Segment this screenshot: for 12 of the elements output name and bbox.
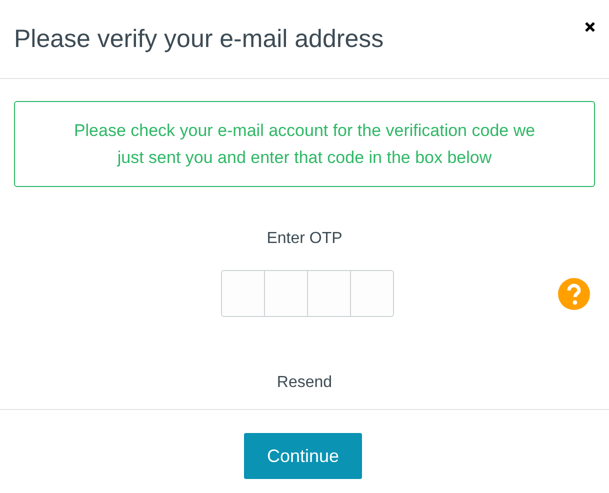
otp-digit-field[interactable]	[350, 270, 394, 317]
otp-digit-field[interactable]	[307, 270, 351, 317]
otp-digit-field[interactable]	[264, 270, 308, 317]
close-icon	[583, 20, 597, 34]
otp-label: Enter OTP	[266, 230, 342, 248]
continue-button[interactable]: Continue	[244, 433, 362, 479]
resend-link[interactable]: Resend	[276, 374, 332, 392]
otp-digit-field[interactable]	[221, 270, 265, 317]
close-button[interactable]	[583, 20, 597, 34]
help-icon[interactable]	[558, 278, 590, 310]
notice-message: Please check your e-mail account for the verification code we just sent you and enter that code in the box below	[14, 101, 595, 187]
dialog-title: Please verify your e-mail address	[14, 24, 384, 54]
